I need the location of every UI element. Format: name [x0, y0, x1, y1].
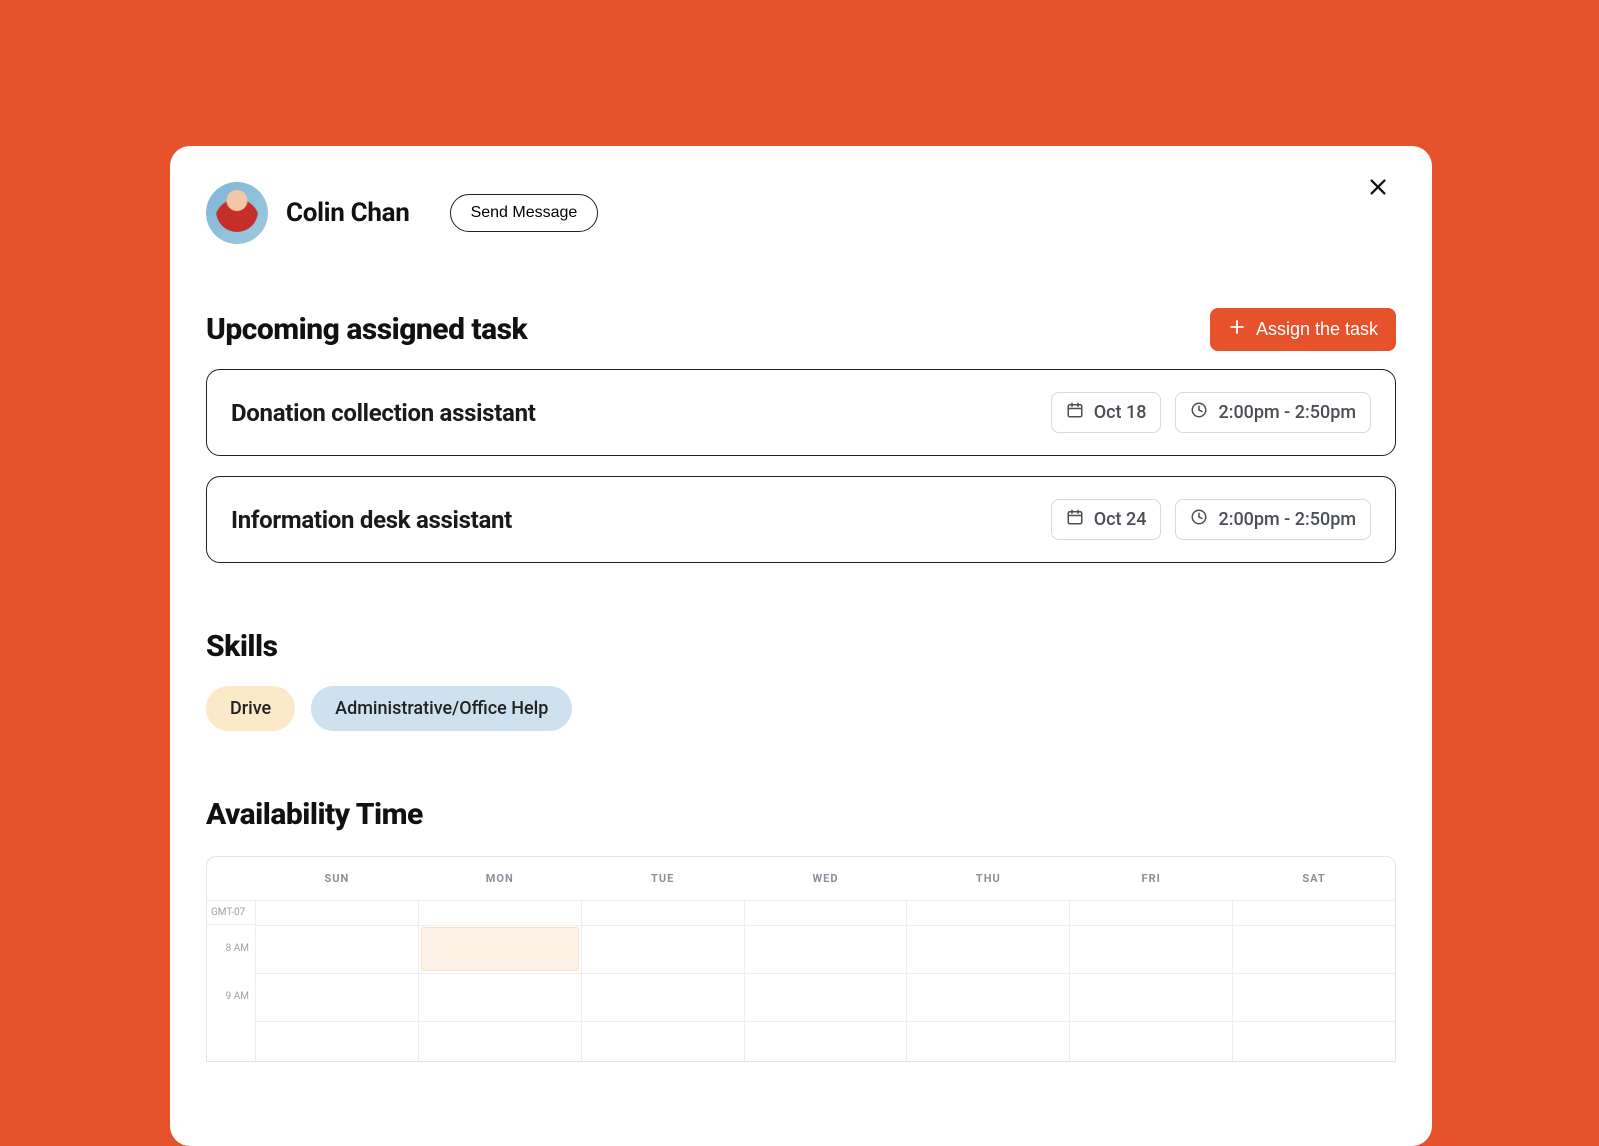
task-meta: Oct 18 2:00pm - 2:50pm: [1051, 392, 1371, 433]
calendar-time-gutter: GMT-07 8 AM 9 AM: [207, 901, 255, 1061]
task-title: Donation collection assistant: [231, 399, 536, 427]
clock-icon: [1190, 508, 1208, 531]
calendar-timezone: GMT-07: [207, 901, 255, 925]
availability-section-title: Availability Time: [206, 797, 1396, 832]
calendar-day-col-fri[interactable]: [1069, 901, 1232, 1061]
calendar-day-col-wed[interactable]: [744, 901, 907, 1061]
task-date-chip: Oct 18: [1051, 392, 1162, 433]
task-meta: Oct 24 2:00pm - 2:50pm: [1051, 499, 1371, 540]
calendar-day-header: SAT: [1232, 872, 1395, 885]
calendar-day-header: WED: [744, 872, 907, 885]
task-date-chip: Oct 24: [1051, 499, 1162, 540]
plus-icon: [1228, 318, 1246, 341]
task-card[interactable]: Information desk assistant Oct 24 2:00pm…: [206, 476, 1396, 563]
skills-section: Skills Drive Administrative/Office Help: [206, 629, 1396, 731]
calendar-hour-label: 9 AM: [207, 973, 255, 1021]
task-date: Oct 24: [1094, 509, 1147, 530]
send-message-button[interactable]: Send Message: [450, 194, 599, 232]
skill-pill-admin: Administrative/Office Help: [311, 686, 572, 731]
calendar-header: SUN MON TUE WED THU FRI SAT: [207, 857, 1395, 901]
calendar-day-col-sun[interactable]: [255, 901, 418, 1061]
assign-task-label: Assign the task: [1256, 319, 1378, 340]
skills-section-title: Skills: [206, 629, 1396, 664]
calendar-day-col-tue[interactable]: [581, 901, 744, 1061]
close-button[interactable]: [1360, 172, 1396, 208]
user-name: Colin Chan: [286, 198, 410, 228]
calendar-day-header: THU: [906, 872, 1069, 885]
calendar-day-col-mon[interactable]: [418, 901, 581, 1061]
task-date: Oct 18: [1094, 402, 1147, 423]
task-title: Information desk assistant: [231, 506, 512, 534]
header-row: Colin Chan Send Message: [206, 182, 1396, 244]
task-card[interactable]: Donation collection assistant Oct 18 2:0…: [206, 369, 1396, 456]
assign-task-button[interactable]: Assign the task: [1210, 308, 1396, 351]
upcoming-section-title: Upcoming assigned task: [206, 312, 527, 347]
availability-section: Availability Time SUN MON TUE WED THU FR…: [206, 797, 1396, 1062]
calendar-icon: [1066, 401, 1084, 424]
avatar[interactable]: [206, 182, 268, 244]
calendar-day-header: SUN: [255, 872, 418, 885]
calendar-icon: [1066, 508, 1084, 531]
calendar-day-col-thu[interactable]: [906, 901, 1069, 1061]
task-list: Donation collection assistant Oct 18 2:0…: [206, 369, 1396, 563]
availability-block[interactable]: [421, 927, 579, 971]
clock-icon: [1190, 401, 1208, 424]
close-icon: [1367, 175, 1389, 205]
profile-card: Colin Chan Send Message Upcoming assigne…: [170, 146, 1432, 1146]
task-time-chip: 2:00pm - 2:50pm: [1175, 499, 1371, 540]
calendar-day-header: FRI: [1069, 872, 1232, 885]
calendar-body[interactable]: GMT-07 8 AM 9 AM: [207, 901, 1395, 1061]
task-time-chip: 2:00pm - 2:50pm: [1175, 392, 1371, 433]
task-time: 2:00pm - 2:50pm: [1218, 509, 1356, 530]
calendar-day-header: MON: [418, 872, 581, 885]
calendar-hour-label: 8 AM: [207, 925, 255, 973]
calendar-day-header: TUE: [581, 872, 744, 885]
availability-calendar[interactable]: SUN MON TUE WED THU FRI SAT GMT-07 8 AM …: [206, 856, 1396, 1062]
calendar-day-col-sat[interactable]: [1232, 901, 1395, 1061]
skill-pills: Drive Administrative/Office Help: [206, 686, 1396, 731]
task-time: 2:00pm - 2:50pm: [1218, 402, 1356, 423]
skill-pill-drive: Drive: [206, 686, 295, 731]
upcoming-section-header: Upcoming assigned task Assign the task: [206, 308, 1396, 351]
